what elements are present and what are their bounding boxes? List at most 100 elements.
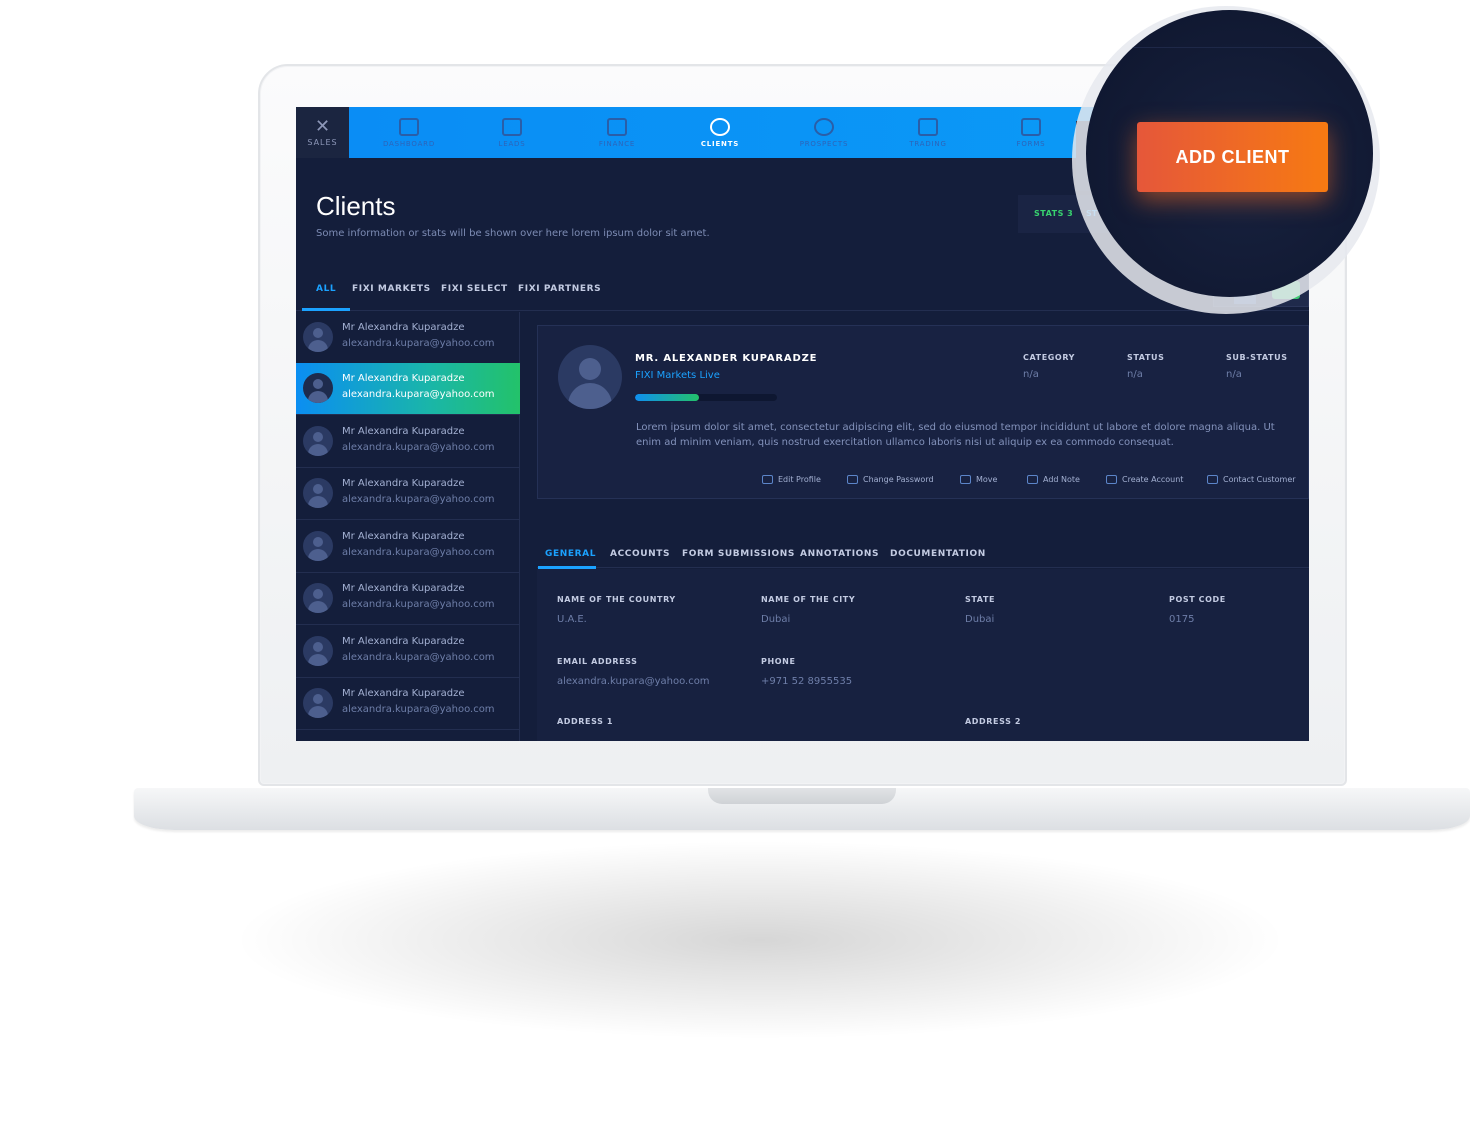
profile-account-type[interactable]: FIXI Markets Live — [635, 370, 720, 381]
nav-item-forms[interactable]: FORMS — [991, 107, 1071, 158]
lock-icon — [847, 475, 858, 484]
edit-icon — [762, 475, 773, 484]
tab-accounts[interactable]: ACCOUNTS — [610, 549, 670, 559]
client-list-item[interactable]: Mr Alexandra Kuparadze alexandra.kupara@… — [296, 416, 520, 468]
tab-all[interactable]: ALL — [316, 284, 336, 294]
nav-item-label: CLIENTS — [700, 139, 740, 148]
tab-documentation[interactable]: DOCUMENTATION — [890, 549, 986, 559]
action-label: Create Account — [1122, 475, 1184, 484]
client-list-item[interactable]: Mr Alexandra Kuparadze alexandra.kupara@… — [296, 468, 520, 520]
client-list-item[interactable]: Mr Alexandra Kuparadze alexandra.kupara@… — [296, 573, 520, 625]
action-label: Move — [976, 475, 998, 484]
client-name: Mr Alexandra Kuparadze — [342, 583, 465, 594]
nav-item-label: FINANCE — [598, 139, 636, 148]
nav-item-prospects[interactable]: PROSPECTS — [784, 107, 864, 158]
client-list-item[interactable]: Mr Alexandra Kuparadze alexandra.kupara@… — [296, 626, 520, 678]
note-icon — [1027, 475, 1038, 484]
substatus-label: SUB-STATUS — [1226, 353, 1288, 362]
phone-value: +971 52 8955535 — [761, 676, 853, 687]
avatar — [303, 636, 333, 666]
client-profile-card: MR. ALEXANDER KUPARADZE FIXI Markets Liv… — [537, 325, 1309, 499]
address2-label: ADDRESS 2 — [965, 717, 1022, 726]
tab-fixi-partners[interactable]: FIXI PARTNERS — [518, 284, 601, 294]
state-label: STATE — [965, 595, 996, 604]
country-label: NAME OF THE COUNTRY — [557, 595, 676, 604]
client-name: Mr Alexandra Kuparadze — [342, 322, 465, 333]
client-email: alexandra.kupara@yahoo.com — [342, 547, 495, 558]
status-label: STATUS — [1127, 353, 1165, 362]
edit-profile-button[interactable]: Edit Profile — [762, 475, 821, 484]
move-icon — [960, 475, 971, 484]
finance-icon — [607, 117, 627, 136]
category-label: CATEGORY — [1023, 353, 1076, 362]
target-icon — [814, 117, 834, 136]
contact-customer-button[interactable]: Contact Customer — [1207, 475, 1296, 484]
mail-icon — [1207, 475, 1218, 484]
add-note-button[interactable]: Add Note — [1027, 475, 1080, 484]
city-value: Dubai — [761, 614, 791, 625]
tab-general[interactable]: GENERAL — [545, 549, 596, 559]
nav-item-clients[interactable]: CLIENTS — [680, 107, 760, 158]
tab-fixi-markets[interactable]: FIXI MARKETS — [352, 284, 431, 294]
profile-avatar — [558, 345, 622, 409]
brand-logo[interactable]: ✕ SALES — [296, 107, 349, 158]
tab-form-submissions[interactable]: FORM SUBMISSIONS — [682, 549, 795, 559]
nav-item-label: DASHBOARD — [382, 139, 436, 148]
nav-item-dashboard[interactable]: DASHBOARD — [369, 107, 449, 158]
tab-annotations[interactable]: ANNOTATIONS — [800, 549, 879, 559]
nav-item-leads[interactable]: LEADS — [472, 107, 552, 158]
add-client-button[interactable]: ADD CLIENT — [1137, 122, 1328, 192]
brand-x-icon: ✕ — [314, 116, 331, 137]
city-label: NAME OF THE CITY — [761, 595, 856, 604]
change-password-button[interactable]: Change Password — [847, 475, 934, 484]
status-value: n/a — [1127, 369, 1143, 380]
client-list: Mr Alexandra Kuparadze alexandra.kupara@… — [296, 312, 520, 741]
avatar — [303, 478, 333, 508]
profile-progress-bar — [635, 394, 777, 401]
avatar — [303, 373, 333, 403]
client-list-item[interactable]: Mr Alexandra Kuparadze alexandra.kupara@… — [296, 312, 520, 364]
profile-actions: Edit Profile Change Password Move Add No… — [538, 475, 1309, 489]
action-label: Edit Profile — [778, 475, 821, 484]
profile-name: MR. ALEXANDER KUPARADZE — [635, 353, 818, 364]
tab-fixi-select[interactable]: FIXI SELECT — [441, 284, 508, 294]
laptop-notch — [708, 788, 896, 804]
action-label: Contact Customer — [1223, 475, 1296, 484]
client-name: Mr Alexandra Kuparadze — [342, 373, 465, 384]
progress-fill — [635, 394, 699, 401]
move-button[interactable]: Move — [960, 475, 997, 484]
page-title: Clients — [316, 191, 396, 221]
client-name: Mr Alexandra Kuparadze — [342, 531, 465, 542]
client-name: Mr Alexandra Kuparadze — [342, 426, 465, 437]
laptop-shadow — [230, 840, 1290, 1040]
client-email: alexandra.kupara@yahoo.com — [342, 494, 495, 505]
client-list-item-selected[interactable]: Mr Alexandra Kuparadze alexandra.kupara@… — [296, 363, 520, 415]
client-email: alexandra.kupara@yahoo.com — [342, 652, 495, 663]
client-list-item[interactable]: Mr Alexandra Kuparadze alexandra.kupara@… — [296, 678, 520, 730]
action-label: Add Note — [1043, 475, 1080, 484]
postcode-label: POST CODE — [1169, 595, 1226, 604]
profile-description: Lorem ipsum dolor sit amet, consectetur … — [636, 422, 1275, 448]
avatar — [303, 688, 333, 718]
stats-label: STATS 3 — [1034, 209, 1074, 218]
client-list-item[interactable]: Mr Alexandra Kuparadze alexandra.kupara@… — [296, 521, 520, 573]
form-icon — [1021, 117, 1041, 136]
nav-item-trading[interactable]: TRADING — [888, 107, 968, 158]
nav-item-label: LEADS — [498, 139, 526, 148]
substatus-value: n/a — [1226, 369, 1242, 380]
nav-item-label: TRADING — [909, 139, 947, 148]
avatar — [303, 583, 333, 613]
active-tab-indicator — [302, 308, 350, 311]
email-label: EMAIL ADDRESS — [557, 657, 638, 666]
avatar — [303, 426, 333, 456]
create-account-button[interactable]: Create Account — [1106, 475, 1183, 484]
country-value: U.A.E. — [557, 614, 587, 625]
client-name: Mr Alexandra Kuparadze — [342, 636, 465, 647]
nav-item-label: PROSPECTS — [799, 139, 849, 148]
client-email: alexandra.kupara@yahoo.com — [342, 389, 495, 400]
nav-item-finance[interactable]: FINANCE — [577, 107, 657, 158]
avatar — [303, 322, 333, 352]
account-icon — [1106, 475, 1117, 484]
detail-tabs: GENERAL ACCOUNTS FORM SUBMISSIONS ANNOTA… — [537, 537, 1309, 569]
brand-label: SALES — [307, 138, 338, 147]
